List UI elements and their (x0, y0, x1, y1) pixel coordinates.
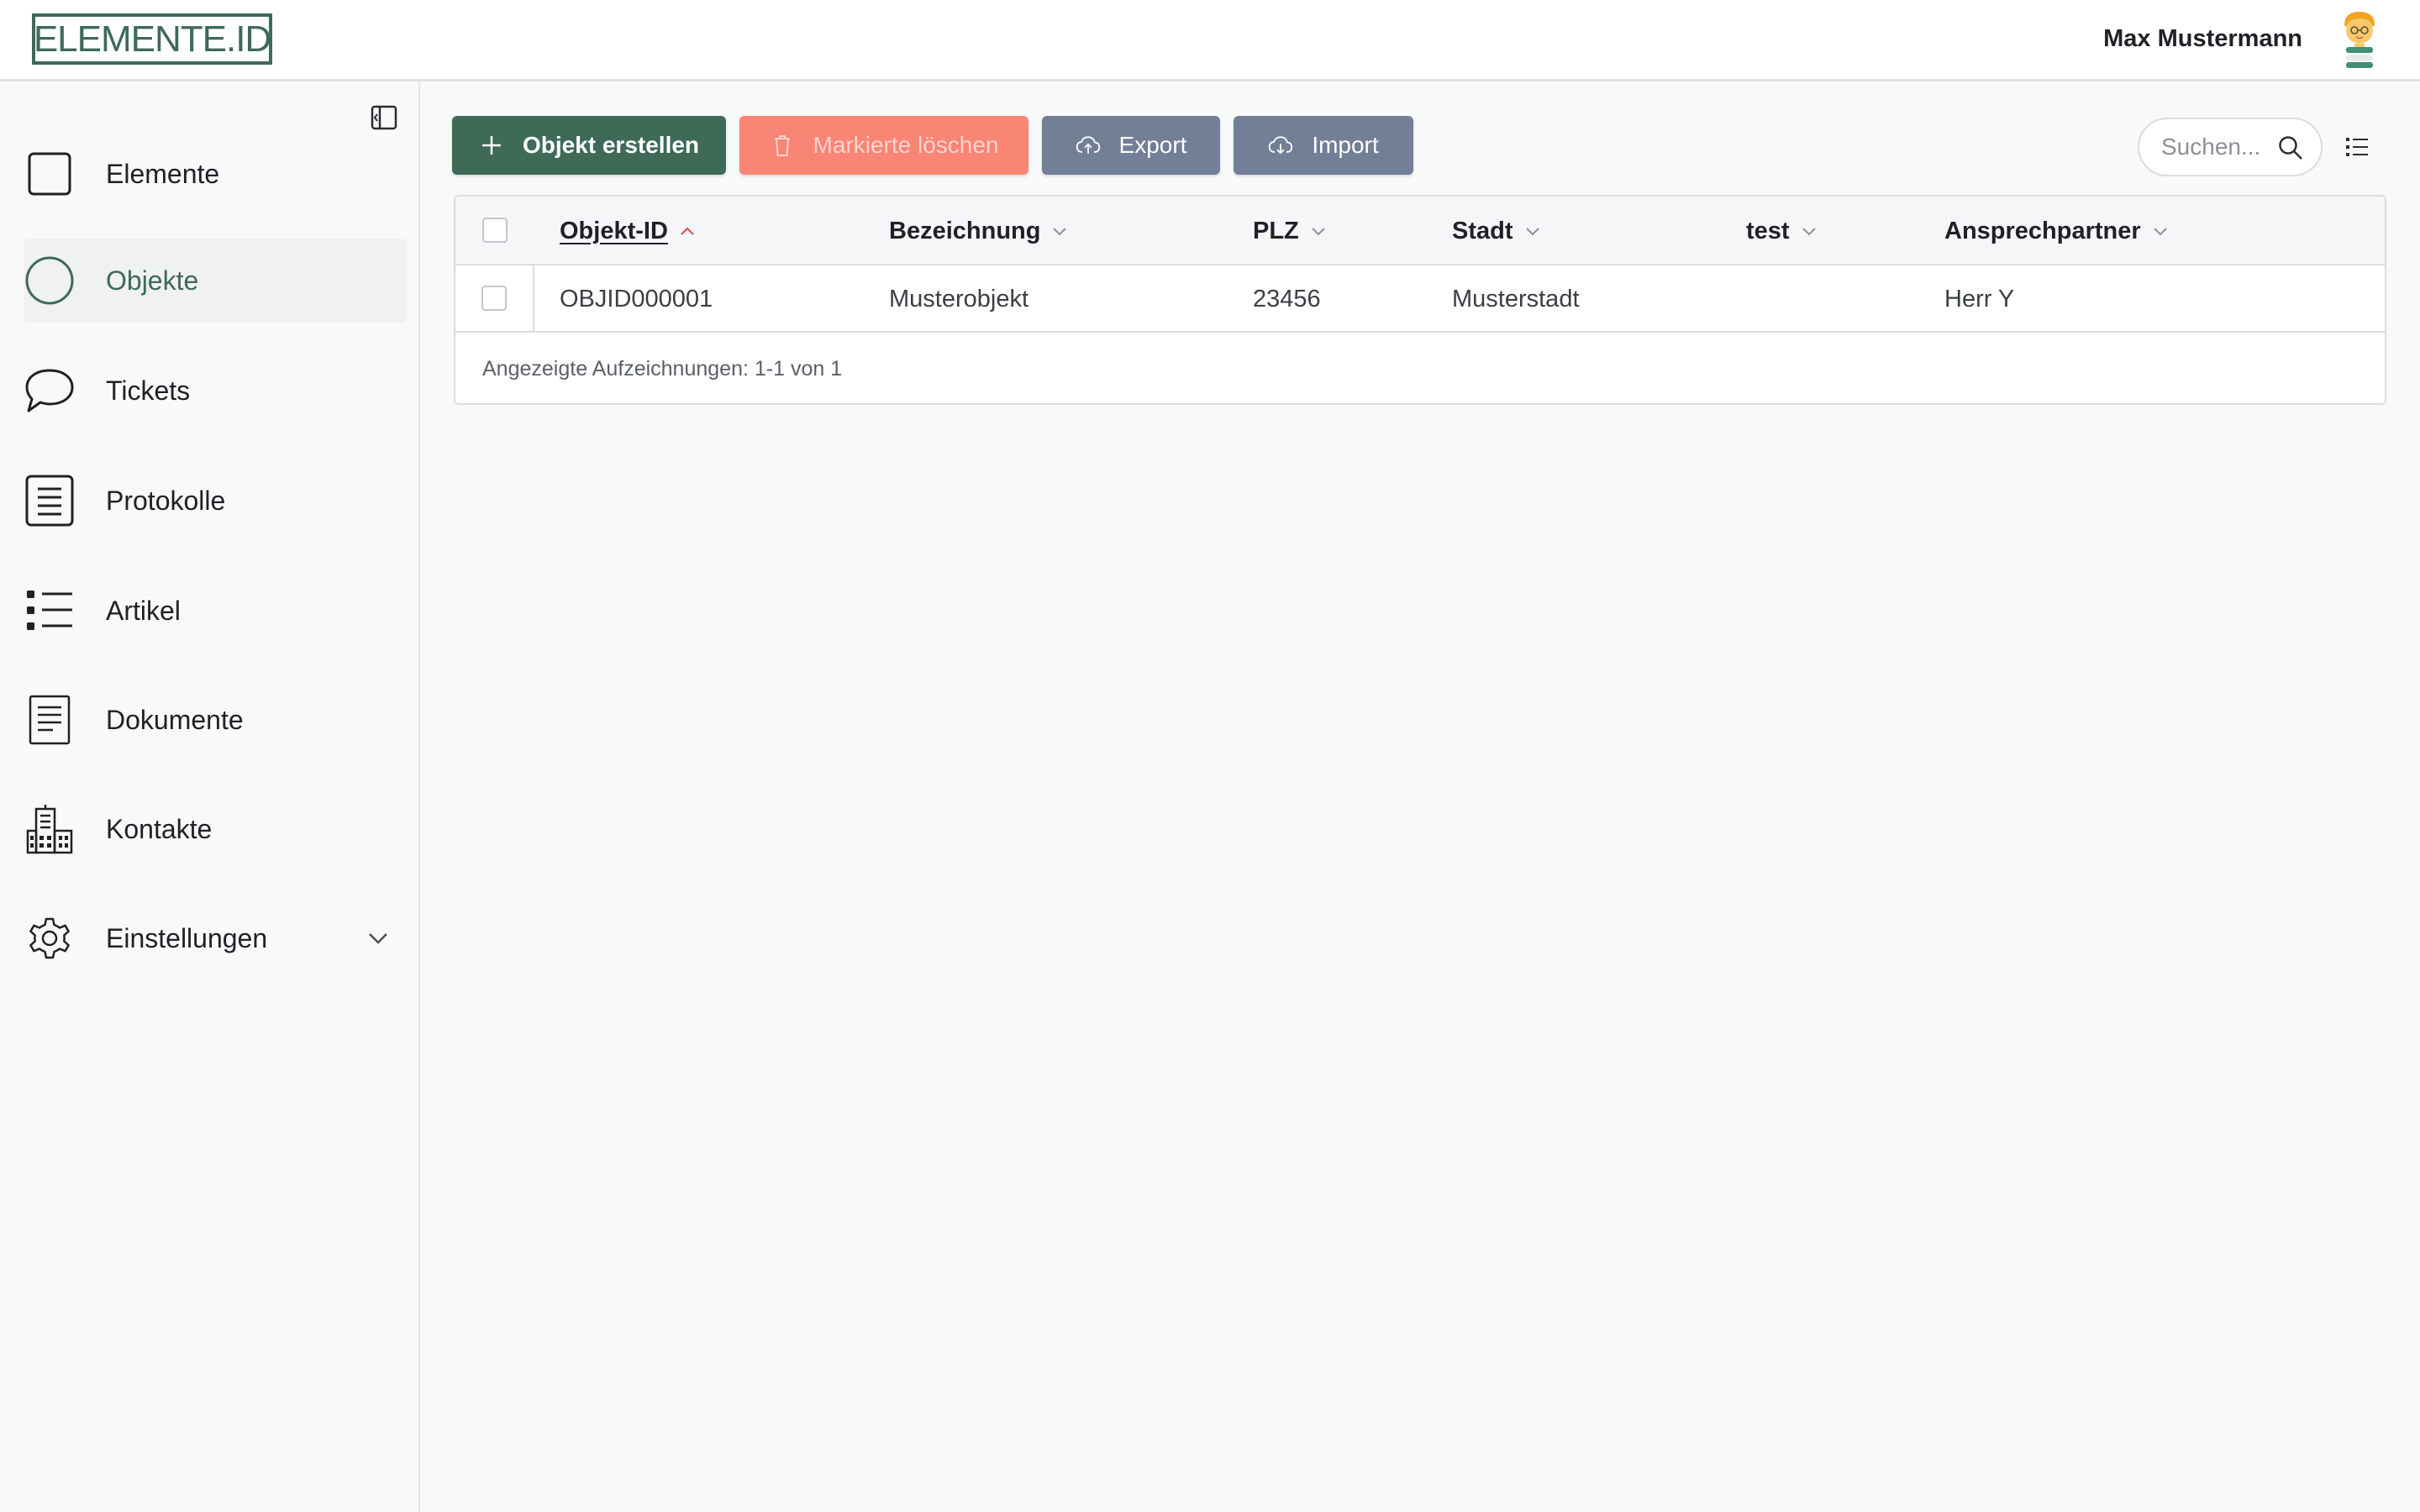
import-label: Import (1312, 132, 1379, 158)
column-header-bezeichnung[interactable]: Bezeichnung (889, 197, 1069, 265)
records-summary: Angezeigte Aufzeichnungen: 1-1 von 1 (482, 356, 843, 381)
cell-stadt: Musterstadt (1452, 285, 1580, 312)
delete-selected-label: Markierte löschen (813, 132, 999, 158)
cell-ansprechpartner: Herr Y (1944, 285, 2015, 312)
logo[interactable]: ELEMENTE.ID (32, 13, 272, 65)
buildings-icon (26, 805, 73, 854)
sidebar-item-artikel[interactable]: Artikel (24, 569, 407, 653)
chevron-down-icon (1525, 228, 1539, 236)
sidebar-item-dokumente[interactable]: Dokumente (24, 678, 407, 762)
square-icon (28, 152, 71, 196)
gear-icon (29, 917, 70, 959)
cloud-upload-icon (1076, 136, 1100, 154)
collapse-sidebar-button[interactable] (370, 103, 398, 132)
avatar[interactable] (2336, 8, 2383, 71)
list-icon (27, 591, 72, 630)
cell-objekt-id: OBJID000001 (560, 285, 713, 312)
trash-icon (774, 135, 790, 156)
sidebar-item-label: Einstellungen (106, 922, 268, 953)
search-box[interactable] (2138, 118, 2323, 176)
chevron-down-icon[interactable] (365, 925, 392, 952)
select-all-checkbox[interactable] (482, 218, 508, 243)
speech-bubble-icon (25, 369, 74, 412)
protocol-icon (25, 475, 74, 527)
column-label: Objekt-ID (560, 217, 668, 244)
column-header-ansprechpartner[interactable]: Ansprechpartner (1944, 197, 2170, 265)
column-header-plz[interactable]: PLZ (1253, 197, 1328, 265)
chevron-down-icon (1053, 228, 1067, 236)
column-label: PLZ (1253, 217, 1299, 244)
table-header: Objekt-ID Bezeichnung PLZ Stadt test Ans… (455, 197, 2385, 265)
sidebar-item-protokolle[interactable]: Protokolle (24, 459, 407, 543)
logo-text: ELEMENTE.ID (33, 18, 271, 60)
sidebar-item-elemente[interactable]: Elemente (24, 132, 407, 216)
sidebar-item-label: Dokumente (106, 704, 244, 735)
export-label: Export (1118, 132, 1187, 158)
sidebar-item-label: Tickets (106, 375, 191, 406)
cell-bezeichnung: Musterobjekt (889, 285, 1029, 312)
column-header-objekt-id[interactable]: Objekt-ID (560, 197, 697, 265)
sidebar-toggle-icon (371, 105, 397, 130)
column-label: test (1746, 217, 1790, 244)
sidebar-item-einstellungen[interactable]: Einstellungen (24, 896, 407, 980)
export-button[interactable]: Export (1042, 116, 1220, 175)
column-header-stadt[interactable]: Stadt (1452, 197, 1542, 265)
document-icon (29, 695, 71, 745)
search-input[interactable] (2161, 134, 2279, 160)
sidebar-item-label: Objekte (106, 265, 199, 296)
top-header: ELEMENTE.ID Max Mustermann (0, 0, 2420, 81)
objects-table: Objekt-ID Bezeichnung PLZ Stadt test Ans… (454, 195, 2386, 405)
sidebar-item-label: Artikel (106, 595, 181, 626)
user-name[interactable]: Max Mustermann (2103, 22, 2302, 55)
sidebar-item-tickets[interactable]: Tickets (24, 349, 407, 433)
row-checkbox[interactable] (481, 286, 507, 311)
sidebar-item-label: Elemente (106, 158, 220, 189)
column-label: Stadt (1452, 217, 1513, 244)
circle-icon (25, 256, 74, 305)
cell-plz: 23456 (1253, 285, 1321, 312)
cloud-download-icon (1269, 136, 1293, 155)
column-list-icon[interactable] (2344, 134, 2370, 160)
delete-selected-button[interactable]: Markierte löschen (739, 116, 1028, 175)
column-header-test[interactable]: test (1746, 197, 1818, 265)
chevron-down-icon (1312, 228, 1325, 236)
table-row[interactable]: OBJID000001 Musterobjekt 23456 Mustersta… (455, 265, 2385, 333)
chevron-down-icon (2153, 228, 2167, 236)
search-icon[interactable] (2277, 134, 2304, 161)
sidebar-item-label: Protokolle (106, 485, 226, 516)
sort-ascending-icon (681, 227, 694, 235)
column-label: Bezeichnung (889, 217, 1041, 244)
import-button[interactable]: Import (1234, 116, 1413, 175)
create-object-button[interactable]: Objekt erstellen (452, 116, 726, 175)
chevron-down-icon (1802, 228, 1816, 236)
plus-icon (481, 136, 501, 155)
sidebar: Elemente Objekte Tickets Protokolle Arti… (0, 81, 420, 1512)
sidebar-item-label: Kontakte (106, 813, 213, 844)
column-label: Ansprechpartner (1944, 217, 2141, 244)
sidebar-item-objekte[interactable]: Objekte (24, 239, 407, 323)
create-object-label: Objekt erstellen (522, 132, 700, 158)
sidebar-item-kontakte[interactable]: Kontakte (24, 787, 407, 871)
